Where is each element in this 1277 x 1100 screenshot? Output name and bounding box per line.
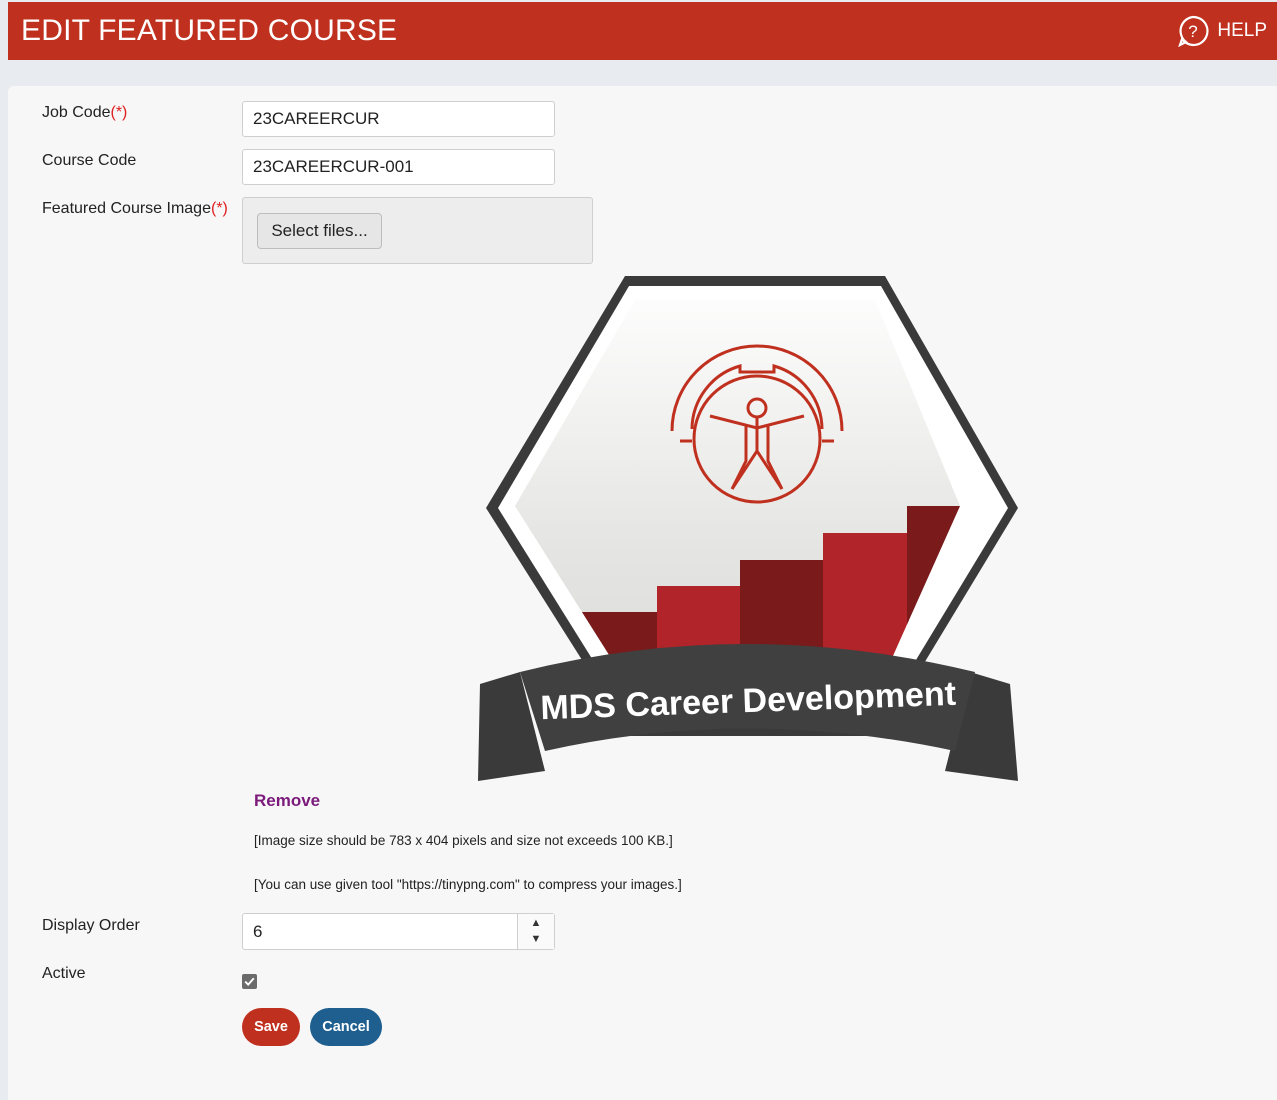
- remove-image-link[interactable]: Remove: [254, 791, 320, 811]
- course-image-preview: MDS Career Development: [478, 276, 1018, 781]
- required-mark: (*): [210, 200, 228, 217]
- check-icon: [244, 977, 255, 986]
- job-code-label: Job Code(*): [42, 104, 128, 121]
- active-checkbox[interactable]: [242, 974, 257, 989]
- increment-icon[interactable]: ▲: [518, 915, 554, 932]
- cancel-button[interactable]: Cancel: [310, 1008, 382, 1046]
- form-panel: Job Code(*) Course Code Featured Course …: [8, 86, 1277, 1100]
- compress-tool-note: [You can use given tool "https://tinypng…: [254, 877, 682, 892]
- job-code-input[interactable]: [242, 101, 555, 137]
- featured-image-label: Featured Course Image(*): [42, 200, 228, 217]
- display-order-stepper[interactable]: 6 ▲ ▼: [242, 913, 555, 950]
- active-label: Active: [42, 965, 86, 982]
- file-upload-area: Select files...: [242, 197, 593, 264]
- decrement-icon[interactable]: ▼: [518, 931, 554, 948]
- svg-text:?: ?: [1189, 22, 1198, 41]
- page-header: EDIT FEATURED COURSE ? HELP: [8, 2, 1277, 60]
- required-mark: (*): [110, 104, 128, 121]
- display-order-value: 6: [253, 922, 263, 941]
- help-button[interactable]: ? HELP: [1177, 14, 1267, 48]
- help-icon: ?: [1178, 15, 1209, 47]
- help-label: HELP: [1217, 20, 1267, 41]
- select-files-button[interactable]: Select files...: [257, 213, 382, 249]
- display-order-label: Display Order: [42, 917, 140, 934]
- course-code-label: Course Code: [42, 152, 137, 169]
- page-title: EDIT FEATURED COURSE: [21, 14, 398, 47]
- course-code-input[interactable]: [242, 149, 555, 185]
- image-size-note: [Image size should be 783 x 404 pixels a…: [254, 833, 673, 848]
- stepper-arrows: ▲ ▼: [517, 914, 554, 949]
- save-button[interactable]: Save: [242, 1008, 300, 1046]
